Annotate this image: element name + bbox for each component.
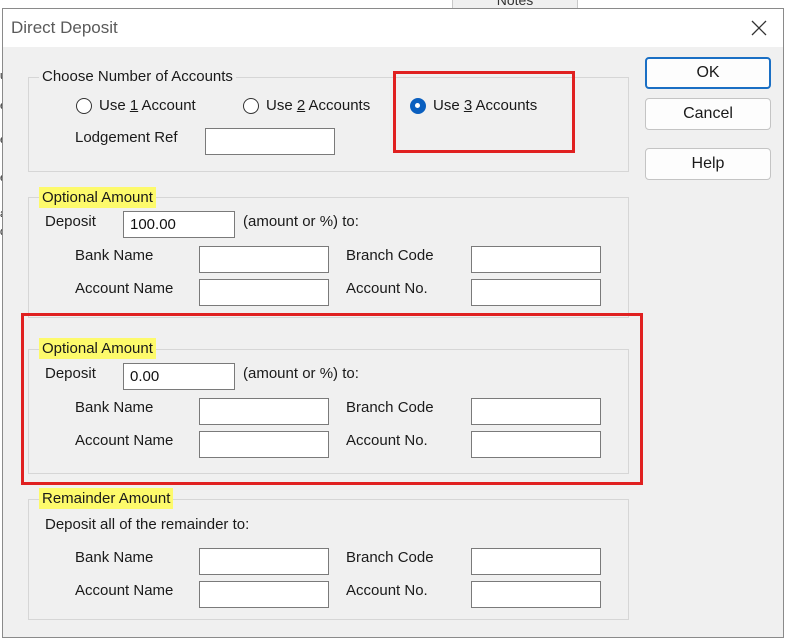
- radio-circle: [76, 97, 92, 114]
- ok-button[interactable]: OK: [645, 57, 771, 89]
- title-bar: Direct Deposit: [3, 9, 783, 47]
- deposit-amount-input-1[interactable]: [123, 211, 235, 238]
- annotation-box-use-3-accounts: [393, 71, 575, 153]
- background-tab-label: Notes: [496, 0, 534, 8]
- radio-label: Use 1 Account: [99, 97, 196, 114]
- branch-code-input-3[interactable]: [471, 548, 601, 575]
- annotation-box-optional-amount-2: [21, 313, 643, 485]
- branch-code-input-1[interactable]: [471, 246, 601, 273]
- use-1-account-radio[interactable]: Use 1 Account: [76, 97, 196, 114]
- account-no-input-1[interactable]: [471, 279, 601, 306]
- lodgement-ref-input[interactable]: [205, 128, 335, 155]
- radio-circle: [243, 97, 259, 114]
- radio-label: Use 2 Accounts: [266, 97, 371, 114]
- account-no-input-3[interactable]: [471, 581, 601, 608]
- account-name-input-1[interactable]: [199, 279, 329, 306]
- branch-code-label-3: Branch Code: [346, 549, 434, 566]
- accounts-group-title: Choose Number of Accounts: [39, 68, 236, 85]
- remainder-subtitle: Deposit all of the remainder to:: [45, 516, 250, 533]
- dialog-title: Direct Deposit: [11, 18, 118, 37]
- remainder-amount-title: Remainder Amount: [39, 488, 174, 509]
- help-button[interactable]: Help: [645, 148, 771, 180]
- deposit-suffix-1: (amount or %) to:: [243, 213, 359, 230]
- account-name-input-3[interactable]: [199, 581, 329, 608]
- bank-name-label-3: Bank Name: [75, 549, 154, 566]
- branch-code-label-1: Branch Code: [346, 247, 434, 264]
- bank-name-label-1: Bank Name: [75, 247, 154, 264]
- optional-amount-title-1: Optional Amount: [39, 187, 156, 208]
- bank-name-input-1[interactable]: [199, 246, 329, 273]
- deposit-label-1: Deposit: [45, 213, 96, 230]
- use-2-accounts-radio[interactable]: Use 2 Accounts: [243, 97, 370, 114]
- close-button[interactable]: [739, 11, 779, 45]
- account-no-label-3: Account No.: [346, 582, 428, 599]
- direct-deposit-dialog: Direct Deposit OK Cancel Help Choose Num…: [2, 8, 784, 638]
- account-name-label-1: Account Name: [75, 280, 174, 297]
- bank-name-input-3[interactable]: [199, 548, 329, 575]
- cancel-button[interactable]: Cancel: [645, 98, 771, 130]
- account-name-label-3: Account Name: [75, 582, 174, 599]
- account-no-label-1: Account No.: [346, 280, 428, 297]
- close-icon: [751, 20, 767, 36]
- lodgement-ref-label: Lodgement Ref: [75, 129, 178, 146]
